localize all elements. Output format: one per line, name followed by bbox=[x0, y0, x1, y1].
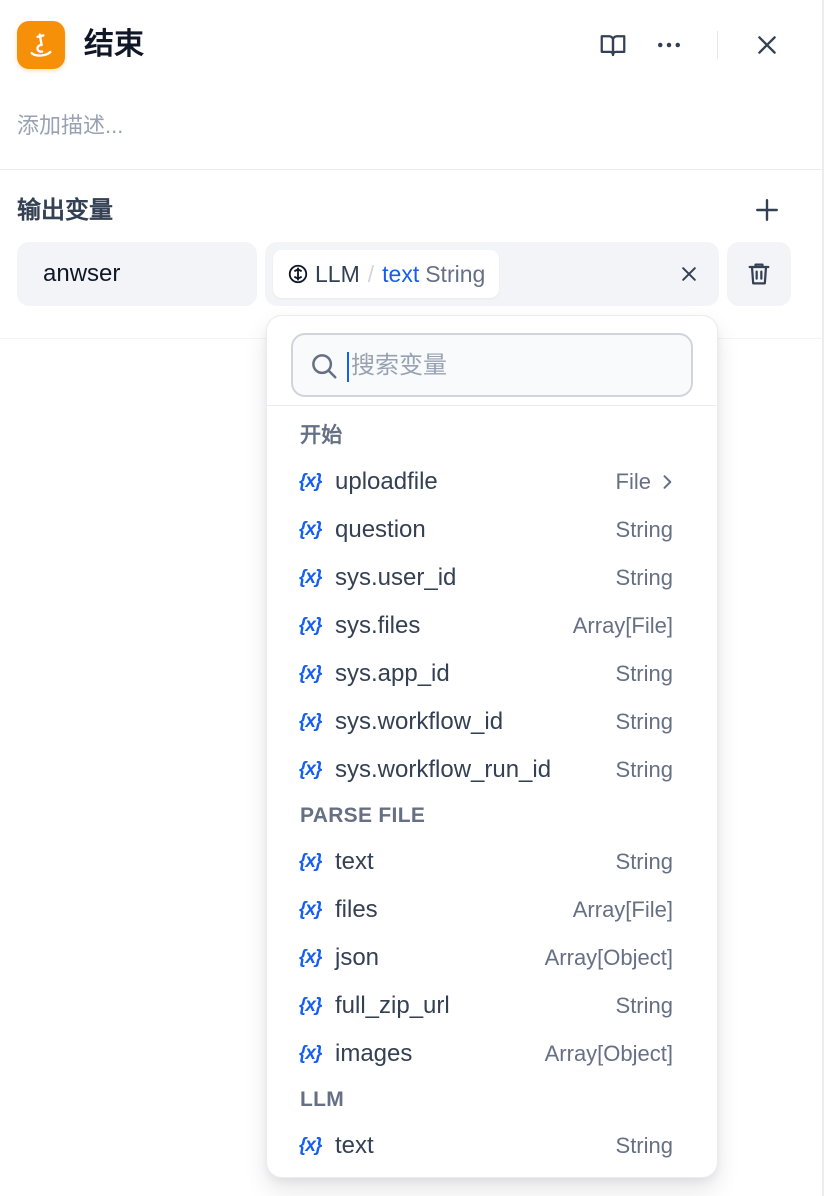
option-name: text bbox=[335, 848, 374, 875]
variable-icon: {x} bbox=[299, 711, 322, 732]
option-type: Array[Object] bbox=[544, 945, 673, 970]
selected-variable-name: text bbox=[382, 260, 420, 287]
option-name: uploadfile bbox=[335, 468, 438, 495]
option-name: text bbox=[335, 1132, 374, 1159]
variable-icon: {x} bbox=[299, 519, 322, 540]
variable-icon: {x} bbox=[299, 899, 322, 920]
selected-variable-chip: LLM / text String bbox=[273, 250, 500, 298]
selected-variable-type: String bbox=[425, 260, 486, 287]
end-node-panel: 结束 添加描述... 输出变量 anwser LLM / text String… bbox=[0, 0, 824, 1196]
variable-option-uploadfile[interactable]: {x} uploadfile File bbox=[299, 460, 695, 504]
option-type: String bbox=[615, 709, 673, 734]
more-horizontal-icon bbox=[658, 42, 680, 48]
group-title-parse-file: PARSE FILE bbox=[300, 804, 426, 827]
option-name: sys.workflow_id bbox=[335, 708, 504, 735]
end-node-icon bbox=[17, 21, 65, 69]
variable-name-input[interactable]: anwser bbox=[17, 242, 257, 306]
plus-icon bbox=[756, 199, 778, 221]
option-type: Array[File] bbox=[572, 897, 673, 922]
option-type: String bbox=[615, 993, 673, 1018]
variable-icon: {x} bbox=[299, 851, 322, 872]
llm-node-icon bbox=[288, 264, 308, 284]
option-type: String bbox=[615, 849, 673, 874]
variable-option-question[interactable]: {x} question String bbox=[299, 508, 695, 552]
option-type: String bbox=[615, 517, 673, 542]
trash-icon bbox=[748, 263, 770, 285]
variable-option-json[interactable]: {x} json Array[Object] bbox=[299, 936, 695, 980]
output-variables-title: 输出变量 bbox=[17, 197, 113, 224]
close-icon bbox=[758, 36, 776, 54]
group-title-start: 开始 bbox=[300, 424, 343, 447]
option-type: String bbox=[615, 565, 673, 590]
add-variable-button[interactable] bbox=[749, 192, 785, 228]
option-type: Array[File] bbox=[572, 613, 673, 638]
variable-option-files[interactable]: {x} files Array[File] bbox=[299, 888, 695, 932]
option-name: sys.user_id bbox=[335, 564, 457, 591]
variable-option-sys-app-id[interactable]: {x} sys.app_id String bbox=[299, 652, 695, 696]
variable-picker-dropdown: 搜索变量 开始 {x} uploadfile File {x} question… bbox=[266, 315, 718, 1178]
clear-selection-button[interactable] bbox=[673, 258, 705, 290]
variable-option-sys-workflow-id[interactable]: {x} sys.workflow_id String bbox=[299, 700, 695, 744]
search-variable-input[interactable]: 搜索变量 bbox=[291, 333, 693, 397]
variable-icon: {x} bbox=[299, 471, 322, 492]
dropdown-divider bbox=[267, 405, 716, 406]
variable-option-text[interactable]: {x} text String bbox=[299, 840, 695, 884]
close-panel-button[interactable] bbox=[750, 28, 784, 62]
option-type: String bbox=[615, 661, 673, 686]
option-type: String bbox=[615, 1133, 673, 1158]
option-name: sys.app_id bbox=[335, 660, 450, 687]
delete-variable-button[interactable] bbox=[727, 242, 791, 306]
variable-option-sys-user-id[interactable]: {x} sys.user_id String bbox=[299, 556, 695, 600]
book-open-icon bbox=[600, 35, 626, 57]
variable-icon: {x} bbox=[299, 947, 322, 968]
option-name: files bbox=[335, 896, 378, 923]
more-button[interactable] bbox=[652, 28, 686, 62]
group-title-llm: LLM bbox=[300, 1088, 345, 1111]
variable-option-sys-files[interactable]: {x} sys.files Array[File] bbox=[299, 604, 695, 648]
option-type: File bbox=[615, 469, 651, 494]
variable-icon: {x} bbox=[299, 615, 322, 636]
text-caret bbox=[347, 352, 349, 382]
search-icon bbox=[312, 354, 337, 379]
path-separator: / bbox=[367, 260, 375, 287]
variable-icon: {x} bbox=[299, 759, 322, 780]
option-type: String bbox=[615, 757, 673, 782]
option-name: json bbox=[335, 944, 380, 971]
variable-icon: {x} bbox=[299, 995, 322, 1016]
divider bbox=[0, 169, 822, 170]
variable-option-full-zip-url[interactable]: {x} full_zip_url String bbox=[299, 984, 695, 1028]
docs-button[interactable] bbox=[596, 28, 630, 62]
variable-option-images[interactable]: {x} images Array[Object] bbox=[299, 1032, 695, 1076]
option-name: full_zip_url bbox=[335, 992, 450, 1019]
variable-icon: {x} bbox=[299, 567, 322, 588]
panel-title: 结束 bbox=[84, 28, 144, 61]
variable-selector[interactable]: LLM / text String bbox=[265, 242, 719, 306]
selected-node-name: LLM bbox=[315, 260, 360, 287]
variable-icon: {x} bbox=[299, 663, 322, 684]
option-type: Array[Object] bbox=[544, 1041, 673, 1066]
option-name: images bbox=[335, 1040, 413, 1067]
variable-option-llm-text[interactable]: {x} text String bbox=[299, 1124, 695, 1168]
variable-icon: {x} bbox=[299, 1043, 322, 1064]
close-icon bbox=[682, 267, 696, 281]
option-name: sys.files bbox=[335, 612, 421, 639]
description-input[interactable]: 添加描述... bbox=[17, 110, 123, 142]
option-name: question bbox=[335, 516, 426, 543]
variable-option-sys-workflow-run-id[interactable]: {x} sys.workflow_run_id String bbox=[299, 748, 695, 792]
option-name: sys.workflow_run_id bbox=[335, 756, 552, 783]
chevron-right-icon bbox=[663, 475, 672, 489]
header-divider bbox=[717, 31, 718, 59]
search-placeholder: 搜索变量 bbox=[351, 352, 447, 379]
variable-icon: {x} bbox=[299, 1135, 322, 1156]
